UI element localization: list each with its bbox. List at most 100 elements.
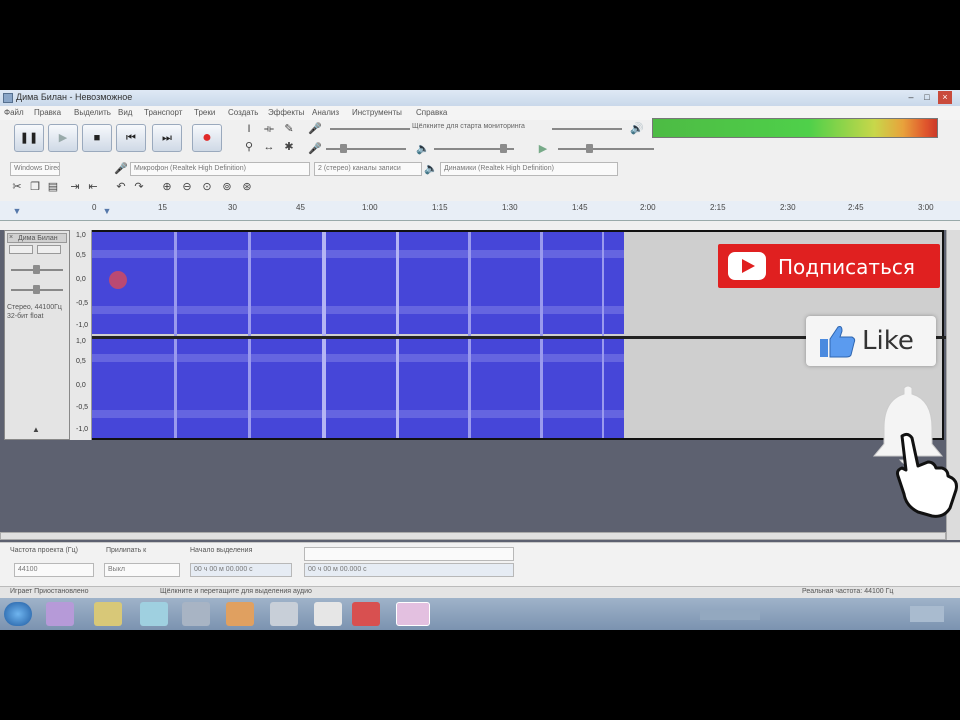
selection-mode-combo[interactable] (304, 547, 514, 561)
subscribe-button[interactable]: Подписаться (718, 244, 940, 288)
track-name-button[interactable]: Дима Билан × (7, 233, 67, 243)
cut-icon[interactable]: ✂ (10, 180, 24, 194)
menu-edit[interactable]: Правка (34, 108, 61, 117)
record-button[interactable]: ● (192, 124, 222, 152)
tray-icons[interactable] (700, 610, 760, 620)
collapse-track-icon[interactable]: ▲ (29, 423, 43, 437)
monitor-prompt[interactable]: Щёлкните для старта мониторинга (412, 123, 525, 130)
record-meter-bar (330, 128, 410, 130)
solo-button[interactable] (37, 245, 61, 254)
taskbar-app5-icon[interactable] (226, 602, 254, 626)
like-label: Like (862, 326, 914, 356)
taskbar-app1-icon[interactable] (46, 602, 74, 626)
track-close-icon[interactable]: × (9, 234, 13, 241)
scale-bottom-0: 0,0 (76, 382, 86, 389)
audacity-app-icon (3, 93, 13, 103)
menu-tracks[interactable]: Треки (194, 108, 215, 117)
skip-end-button[interactable]: ⏭ (152, 124, 182, 152)
menu-help[interactable]: Справка (416, 108, 447, 117)
windows-taskbar (0, 598, 960, 630)
gain-knob[interactable] (33, 265, 40, 274)
menu-generate[interactable]: Создать (228, 108, 258, 117)
speaker-meter-icon[interactable]: 🔊 (630, 122, 644, 136)
track-name: Дима Билан (18, 235, 58, 242)
paste-icon[interactable]: ▤ (46, 180, 60, 194)
close-button[interactable]: × (938, 91, 952, 104)
track-format-info: Стерео, 44100Гц 32-бит float (7, 304, 62, 320)
redo-icon[interactable]: ↷ (132, 180, 146, 194)
selection-end-field[interactable]: 00 ч 00 м 00.000 с (304, 563, 514, 577)
menu-file[interactable]: Файл (4, 108, 24, 117)
playback-level-meter[interactable] (652, 118, 938, 138)
menu-analyze[interactable]: Анализ (312, 108, 339, 117)
pause-button[interactable]: ❚❚ (14, 124, 44, 152)
scale-top-0: 0,0 (76, 276, 86, 283)
taskbar-media-icon[interactable] (182, 602, 210, 626)
snap-to-label: Прилипать к (106, 547, 147, 554)
snap-to-combo[interactable]: Выкл (104, 563, 180, 577)
selection-start-field[interactable]: 00 ч 00 м 00.000 с (190, 563, 292, 577)
stop-button[interactable]: ■ (82, 124, 112, 152)
zoom-out-icon[interactable]: ⊖ (180, 180, 194, 194)
undo-icon[interactable]: ↶ (114, 180, 128, 194)
start-button[interactable] (4, 602, 32, 626)
taskbar-audacity-icon[interactable] (396, 602, 430, 626)
play-button[interactable]: ▶ (48, 124, 78, 152)
menu-transport[interactable]: Транспорт (144, 108, 182, 117)
ruler-menu-icon[interactable]: ▼ (10, 204, 24, 218)
zoom-tool-icon[interactable]: ⚲ (242, 140, 256, 154)
mute-button[interactable] (9, 245, 33, 254)
like-button[interactable]: Like (806, 316, 936, 366)
scale-bottom-05: 0,5 (76, 358, 86, 365)
taskbar-app3-icon[interactable] (140, 602, 168, 626)
taskbar-yandex-icon[interactable] (314, 602, 342, 626)
scale-top-m05: -0,5 (76, 300, 89, 307)
play-at-speed-icon[interactable]: ▶ (536, 142, 550, 156)
ruler-tick-15: 15 (158, 203, 167, 212)
horizontal-scrollbar[interactable] (0, 532, 946, 540)
taskbar-app8-icon[interactable] (352, 602, 380, 626)
zoom-toggle-icon[interactable]: ⊛ (240, 180, 254, 194)
taskbar-explorer-icon[interactable] (94, 602, 122, 626)
record-volume-slider[interactable] (326, 148, 406, 150)
silence-icon[interactable]: ⇤ (86, 180, 100, 194)
fit-selection-icon[interactable]: ⊙ (200, 180, 214, 194)
envelope-tool-icon[interactable]: ⟛ (262, 122, 276, 136)
pan-knob[interactable] (33, 285, 40, 294)
microphone-meter-icon[interactable]: 🎤 (308, 122, 322, 136)
ruler-tick-2-00: 2:00 (640, 203, 656, 212)
thumbs-up-icon (820, 326, 856, 358)
trim-icon[interactable]: ⇥ (68, 180, 82, 194)
track-control-panel[interactable]: Дима Билан × Стерео, 44100Гц 32-бит floa… (4, 230, 70, 440)
menu-effects[interactable]: Эффекты (268, 108, 304, 117)
taskbar-app6-icon[interactable] (270, 602, 298, 626)
copy-icon[interactable]: ❐ (28, 180, 42, 194)
menu-view[interactable]: Вид (118, 108, 132, 117)
timeline-ruler[interactable]: ▼ ▼ 0 15 30 45 1:00 1:15 1:30 1:45 2:00 … (0, 201, 960, 221)
empty-track-space[interactable] (0, 440, 960, 532)
playhead-marker-icon[interactable]: ▼ (100, 204, 114, 218)
playback-volume-knob[interactable] (500, 144, 507, 153)
fit-project-icon[interactable]: ⊚ (220, 180, 234, 194)
skip-start-button[interactable]: ⏮ (116, 124, 146, 152)
audio-host-combo[interactable]: Windows DirectSound (10, 162, 60, 176)
zoom-in-icon[interactable]: ⊕ (160, 180, 174, 194)
play-speed-knob[interactable] (586, 144, 593, 153)
recording-device-combo[interactable]: Микрофон (Realtek High Definition) (130, 162, 310, 176)
ruler-tick-45: 45 (296, 203, 305, 212)
selection-tool-icon[interactable]: I (242, 122, 256, 136)
maximize-button[interactable]: □ (920, 91, 934, 104)
recording-channels-combo[interactable]: 2 (стерео) каналы записи (314, 162, 422, 176)
ruler-tick-1-45: 1:45 (572, 203, 588, 212)
status-play-state: Играет Приостановлено (10, 588, 89, 595)
project-rate-combo[interactable]: 44100 (14, 563, 94, 577)
timeshift-tool-icon[interactable]: ↔ (262, 140, 276, 154)
draw-tool-icon[interactable]: ✎ (282, 122, 296, 136)
multi-tool-icon[interactable]: ✱ (282, 140, 296, 154)
record-volume-knob[interactable] (340, 144, 347, 153)
play-speed-slider[interactable] (558, 148, 654, 150)
menu-tools[interactable]: Инструменты (352, 108, 402, 117)
menu-select[interactable]: Выделить (74, 108, 111, 117)
playback-device-combo[interactable]: Динамики (Realtek High Definition) (440, 162, 618, 176)
minimize-button[interactable]: – (904, 91, 918, 104)
